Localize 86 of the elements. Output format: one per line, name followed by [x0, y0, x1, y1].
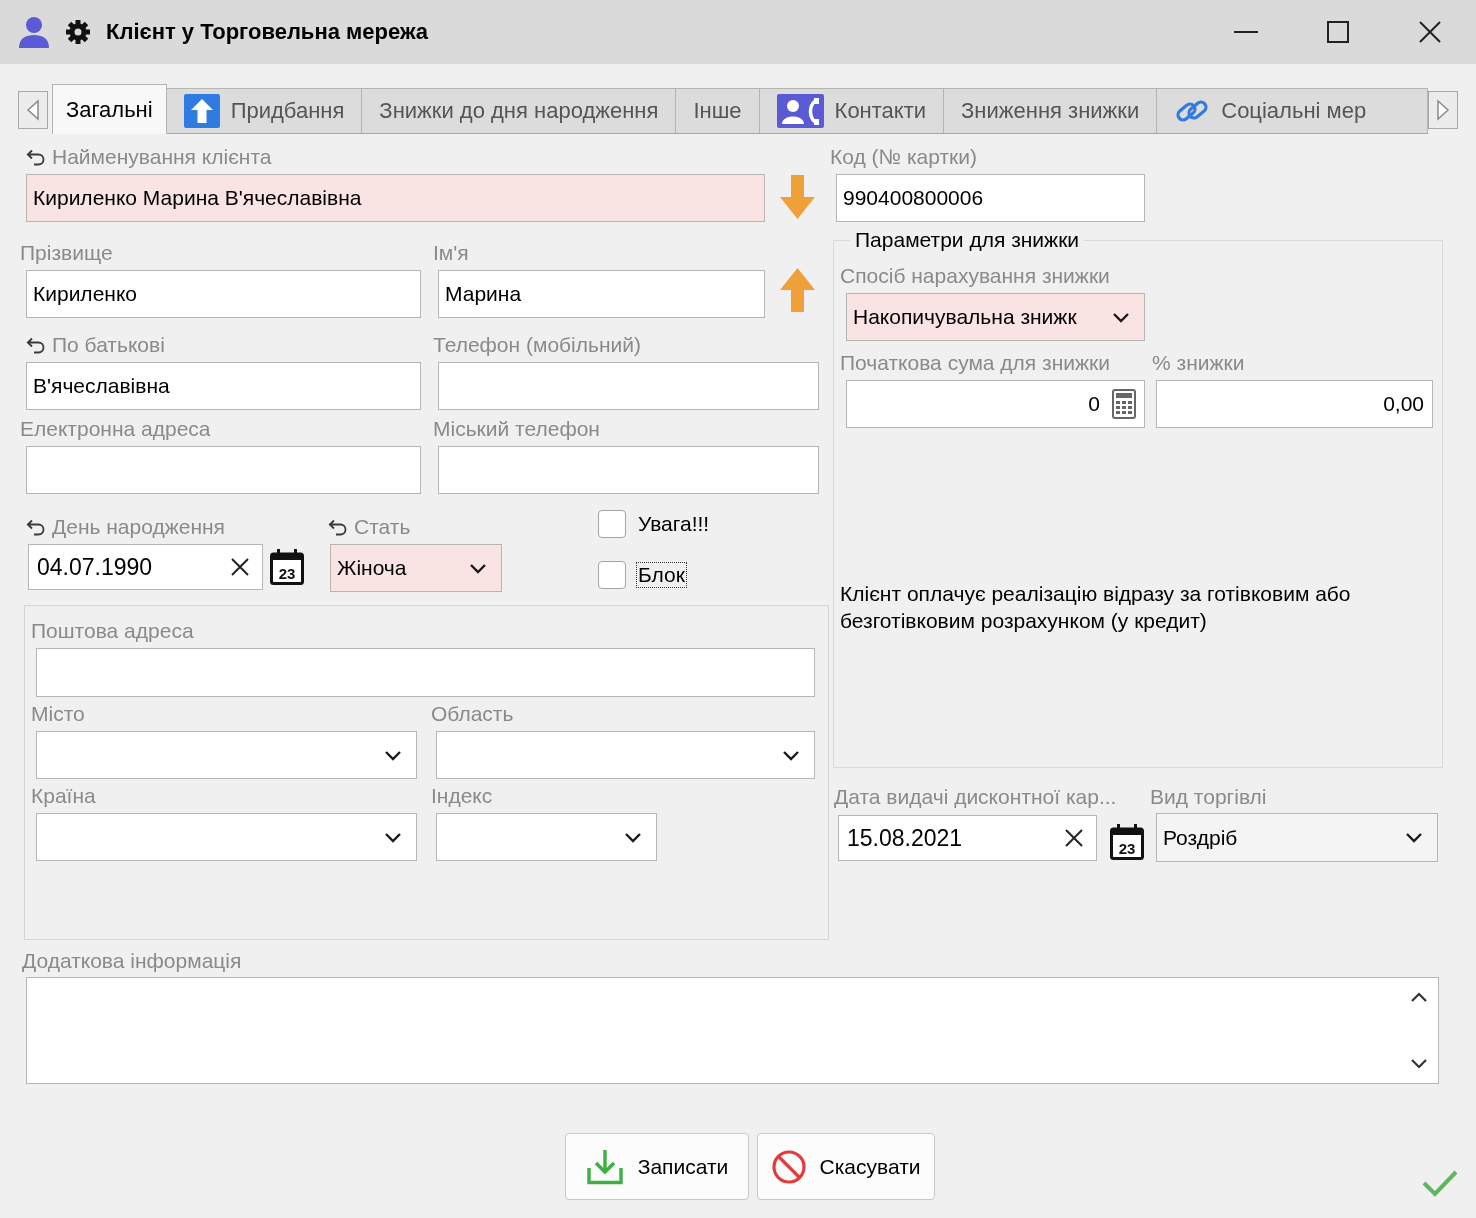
field-label: День народження: [52, 515, 225, 539]
field-label: Стать: [354, 515, 411, 539]
payment-note: Клієнт оплачує реалізацію відразу за готівковим або безготівковим розрахунком (у кредит): [840, 581, 1352, 634]
scroll-up-icon[interactable]: [1410, 992, 1428, 1003]
arrow-down-icon[interactable]: [780, 175, 815, 219]
download-icon: [585, 1148, 624, 1185]
dropdown[interactable]: Роздріб: [1156, 813, 1438, 862]
field-label: Поштова адреса: [31, 619, 194, 643]
field-label: Область: [431, 702, 514, 726]
field-label: % знижки: [1152, 351, 1245, 375]
field-label: Міський телефон: [433, 417, 600, 441]
checkbox[interactable]: [598, 510, 626, 538]
chevron-down-icon: [782, 749, 800, 761]
user-icon: [18, 16, 50, 48]
clear-icon[interactable]: [1064, 828, 1084, 848]
undo-icon[interactable]: [26, 336, 46, 354]
chevron-down-icon: [384, 749, 402, 761]
field-label: Код (№ картки): [830, 145, 977, 169]
scroll-left-icon[interactable]: [18, 91, 48, 129]
maximize-icon[interactable]: [1327, 21, 1349, 43]
number-field[interactable]: 0,00: [1156, 380, 1433, 428]
checkbox[interactable]: [598, 561, 626, 589]
field-label: Дата видачі дисконтної кар...: [834, 785, 1117, 809]
field-label: Країна: [31, 784, 96, 808]
text-field[interactable]: [26, 446, 421, 494]
tab[interactable]: Соціальні мер: [1156, 88, 1428, 133]
field-label: Додаткова інформація: [22, 949, 242, 973]
undo-icon[interactable]: [328, 518, 348, 536]
dropdown[interactable]: Жіноча: [330, 544, 502, 592]
calendar-icon[interactable]: 23: [1110, 824, 1144, 860]
text-field[interactable]: Кириленко Марина В'ячеславівна: [26, 174, 765, 222]
undo-icon[interactable]: [26, 518, 46, 536]
field-label: По батькові: [52, 333, 165, 357]
text-field[interactable]: В'ячеславівна: [26, 362, 421, 410]
field-label: Найменування клієнта: [52, 145, 272, 169]
text-field[interactable]: [36, 648, 815, 697]
tab[interactable]: Контакти: [758, 88, 945, 133]
calculator-icon[interactable]: [1112, 389, 1136, 419]
calendar-icon[interactable]: 23: [270, 549, 304, 585]
checkbox-label[interactable]: Блок: [636, 562, 687, 588]
date-field[interactable]: 04.07.1990: [28, 544, 263, 590]
field-label: Ім'я: [433, 241, 469, 265]
arrow-up-icon[interactable]: [780, 268, 815, 312]
undo-icon[interactable]: [26, 148, 46, 166]
field-label: Прізвище: [20, 241, 113, 265]
chevron-down-icon: [469, 562, 487, 574]
field-label: Індекс: [431, 784, 493, 808]
contacts-icon: [776, 94, 824, 128]
chevron-down-icon: [384, 831, 402, 843]
tab[interactable]: Зниження знижки: [943, 88, 1158, 133]
cancel-button[interactable]: Скасувати: [757, 1133, 935, 1200]
field-label: Початкова сума для знижки: [840, 351, 1110, 375]
field-label: Телефон (мобільний): [433, 333, 641, 357]
field-label: Електронна адреса: [20, 417, 211, 441]
field-label: Спосіб нарахування знижки: [840, 264, 1110, 288]
dropdown[interactable]: [36, 731, 417, 779]
field-label: Вид торгівлі: [1150, 785, 1267, 809]
text-field[interactable]: Марина: [438, 270, 765, 318]
text-field[interactable]: [438, 362, 819, 410]
tab[interactable]: Придбання: [165, 88, 363, 133]
save-button[interactable]: Записати: [565, 1133, 749, 1200]
chevron-down-icon: [1405, 832, 1423, 843]
date-field[interactable]: 15.08.2021: [838, 815, 1097, 861]
scroll-down-icon[interactable]: [1410, 1058, 1428, 1069]
dropdown[interactable]: [436, 813, 657, 861]
prohibited-icon: [771, 1149, 806, 1184]
tab[interactable]: Інше: [675, 88, 760, 133]
chevron-down-icon: [624, 831, 642, 843]
number-field[interactable]: 0: [846, 380, 1145, 428]
chevron-down-icon: [1112, 311, 1130, 323]
clear-icon[interactable]: [230, 557, 250, 577]
dropdown[interactable]: [436, 731, 815, 779]
tab[interactable]: Знижки до дня народження: [361, 88, 677, 133]
text-field[interactable]: [438, 446, 819, 494]
tab[interactable]: Загальні: [52, 84, 167, 134]
checkbox-label[interactable]: Увага!!!: [636, 511, 712, 537]
window-title: Клієнт у Торговельна мережа: [106, 19, 429, 45]
scroll-right-icon[interactable]: [1428, 91, 1458, 129]
dropdown[interactable]: [36, 813, 417, 861]
settings-icon[interactable]: [66, 20, 90, 44]
checkmark-icon: [1422, 1169, 1458, 1197]
text-field[interactable]: Кириленко: [26, 270, 421, 318]
text-field[interactable]: 990400800006: [836, 174, 1145, 222]
dropdown[interactable]: Накопичувальна знижк: [846, 293, 1145, 341]
field-label: Місто: [31, 702, 85, 726]
close-icon[interactable]: [1419, 21, 1441, 43]
